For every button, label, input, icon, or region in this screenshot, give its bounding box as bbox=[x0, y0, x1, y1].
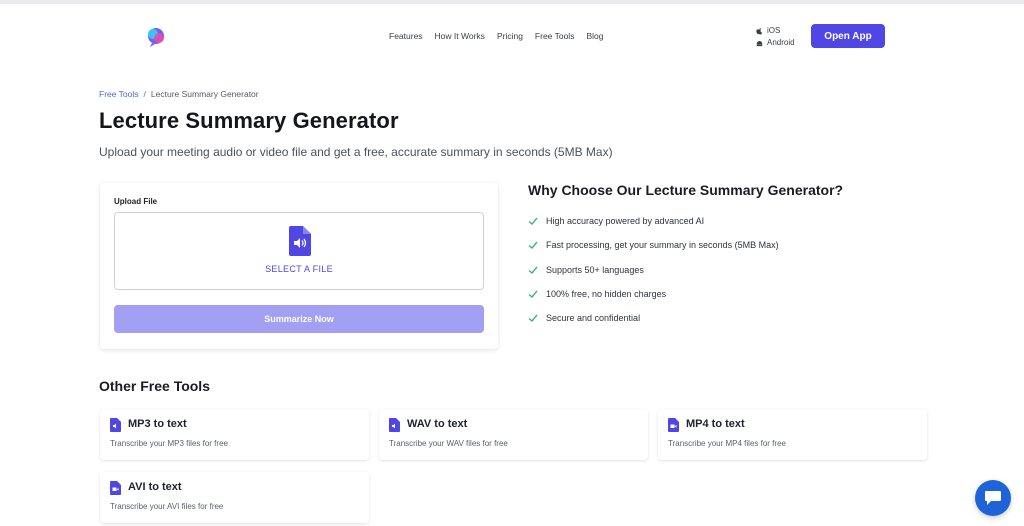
file-dropzone[interactable]: SELECT A FILE bbox=[114, 212, 484, 290]
chat-widget-button[interactable] bbox=[975, 480, 1011, 516]
top-border bbox=[0, 0, 1024, 4]
feature-text: 100% free, no hidden charges bbox=[546, 289, 667, 300]
feature-item: High accuracy powered by advanced AI bbox=[528, 209, 779, 233]
breadcrumb-current: Lecture Summary Generator bbox=[150, 89, 259, 99]
nav-blog[interactable]: Blog bbox=[586, 31, 603, 41]
feature-item: Fast processing, get your summary in sec… bbox=[528, 233, 779, 257]
android-label: Android bbox=[767, 38, 795, 47]
tool-name: MP3 to text bbox=[128, 418, 187, 430]
check-icon bbox=[528, 314, 538, 323]
feature-text: Fast processing, get your summary in sec… bbox=[546, 240, 779, 251]
ios-label: iOS bbox=[767, 26, 781, 35]
tool-description: Transcribe your MP4 files for free bbox=[668, 439, 786, 448]
check-icon bbox=[528, 266, 538, 274]
check-icon bbox=[528, 241, 538, 250]
feature-item: Secure and confidential bbox=[528, 306, 779, 330]
audio-file-icon bbox=[289, 226, 311, 256]
nav-free-tools[interactable]: Free Tools bbox=[535, 31, 575, 41]
android-icon bbox=[756, 40, 763, 46]
tool-card-mp3[interactable]: MP3 to text Transcribe your MP3 files fo… bbox=[100, 409, 369, 460]
why-choose-title: Why Choose Our Lecture Summary Generator… bbox=[528, 182, 844, 198]
feature-text: High accuracy powered by advanced AI bbox=[546, 216, 705, 227]
tool-description: Transcribe your WAV files for free bbox=[389, 439, 508, 448]
nav-pricing[interactable]: Pricing bbox=[497, 31, 523, 41]
feature-list: High accuracy powered by advanced AI Fas… bbox=[528, 209, 779, 330]
check-icon bbox=[528, 217, 538, 226]
tool-card-mp4[interactable]: MP4 to text Transcribe your MP4 files fo… bbox=[658, 409, 927, 460]
upload-label: Upload File bbox=[114, 197, 158, 206]
feature-item: 100% free, no hidden charges bbox=[528, 282, 779, 306]
feature-text: Supports 50+ languages bbox=[546, 264, 644, 275]
ios-link[interactable]: iOS bbox=[756, 25, 795, 37]
tool-card-wav[interactable]: WAV to text Transcribe your WAV files fo… bbox=[379, 409, 648, 460]
chat-bubble-icon bbox=[985, 491, 1001, 505]
breadcrumb-separator: / bbox=[143, 89, 146, 99]
check-icon bbox=[528, 290, 538, 299]
other-tools-title: Other Free Tools bbox=[99, 378, 210, 394]
tool-name: AVI to text bbox=[128, 481, 182, 493]
apple-icon bbox=[756, 27, 763, 35]
page-subtitle: Upload your meeting audio or video file … bbox=[99, 145, 613, 159]
platform-links: iOS Android bbox=[756, 25, 795, 49]
open-app-button[interactable]: Open App bbox=[811, 24, 885, 48]
breadcrumb-free-tools[interactable]: Free Tools bbox=[99, 89, 139, 99]
video-file-icon bbox=[110, 481, 121, 495]
breadcrumb: Free Tools / Lecture Summary Generator bbox=[99, 89, 259, 99]
tool-name: MP4 to text bbox=[686, 418, 745, 430]
video-file-icon bbox=[668, 418, 679, 432]
upload-card: Upload File SELECT A FILE Summarize Now bbox=[100, 183, 498, 349]
nav-features[interactable]: Features bbox=[389, 31, 423, 41]
audio-file-icon bbox=[110, 418, 121, 432]
select-file-link[interactable]: SELECT A FILE bbox=[115, 264, 483, 274]
tool-card-avi[interactable]: AVI to text Transcribe your AVI files fo… bbox=[100, 472, 369, 523]
audio-file-icon bbox=[389, 418, 400, 432]
page-title: Lecture Summary Generator bbox=[99, 108, 399, 133]
nav-how-it-works[interactable]: How It Works bbox=[435, 31, 485, 41]
tool-name: WAV to text bbox=[407, 418, 468, 430]
tool-description: Transcribe your MP3 files for free bbox=[110, 439, 228, 448]
feature-text: Secure and confidential bbox=[546, 313, 641, 324]
summarize-now-button[interactable]: Summarize Now bbox=[114, 305, 484, 333]
main-nav: Features How It Works Pricing Free Tools… bbox=[389, 31, 615, 41]
tool-description: Transcribe your AVI files for free bbox=[110, 502, 224, 511]
android-link[interactable]: Android bbox=[756, 37, 795, 49]
feature-item: Supports 50+ languages bbox=[528, 258, 779, 282]
brand-logo-icon[interactable] bbox=[144, 26, 168, 48]
